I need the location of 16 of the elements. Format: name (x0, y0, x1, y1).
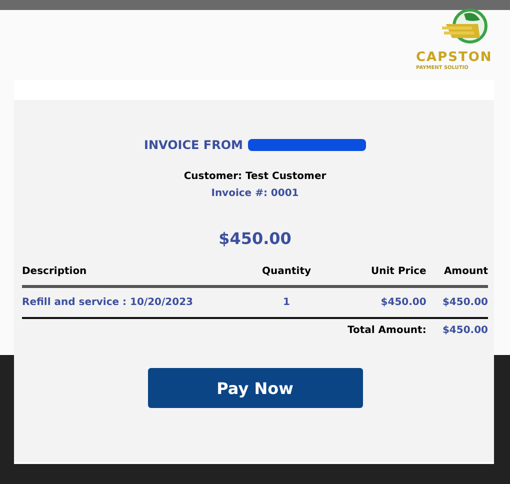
total-amount: $450.00 (426, 318, 488, 342)
total-label: Total Amount: (320, 318, 426, 342)
table-cell: $450.00 (320, 286, 426, 318)
table-cell: 1 (253, 286, 320, 318)
invoice-heading: INVOICE FROM (144, 138, 243, 152)
invoice-number: Invoice #: 0001 (211, 188, 299, 199)
invoice-amount: $450.00 (218, 229, 292, 248)
pay-now-button[interactable]: Pay Now (148, 368, 362, 408)
customer-name: Customer: Test Customer (184, 171, 326, 182)
column-header: Quantity (253, 262, 320, 286)
column-header: Description (22, 262, 254, 286)
column-header: Unit Price (320, 262, 426, 286)
table-cell: $450.00 (426, 286, 488, 318)
table-cell: Refill and service : 10/20/2023 (22, 286, 254, 318)
column-header: Amount (426, 262, 488, 286)
logo-name: CAPSTON (416, 50, 492, 65)
